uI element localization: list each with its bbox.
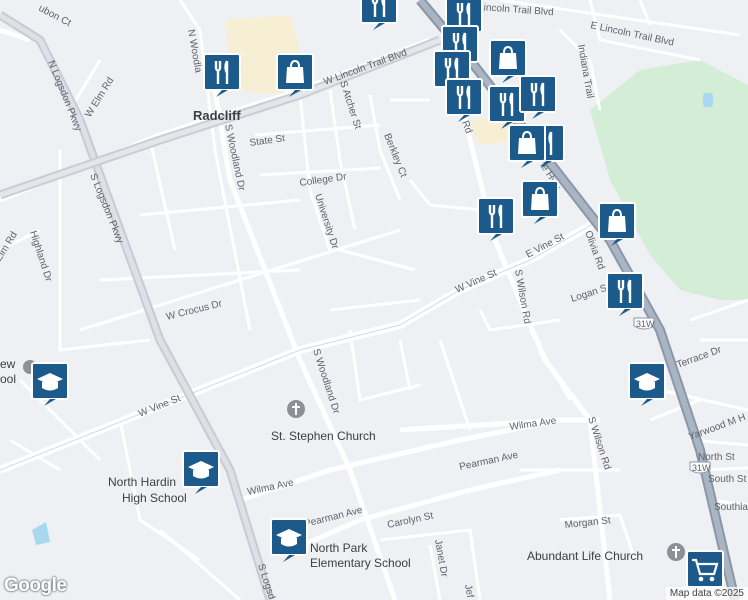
school-marker[interactable] [270,518,308,564]
shopping-marker[interactable] [598,202,636,248]
shopping-bag-icon [508,124,546,168]
place-label: North Hardin [108,475,176,489]
place-label: ew [0,357,16,371]
restaurant-icon [445,78,483,122]
shopping-bag-icon [598,202,636,246]
svg-text:31W: 31W [692,463,711,473]
highway-shield: 31W [633,317,655,330]
street-label: State St [249,133,286,149]
street-label: Carolyn St [386,510,434,531]
shopping-bag-icon [276,53,314,97]
pond [703,93,713,107]
restaurant-marker[interactable] [445,78,483,124]
logsdon-parkway [0,11,275,600]
graduation-cap-icon [270,518,308,562]
shopping-marker[interactable] [508,124,546,170]
school-marker[interactable] [628,362,666,408]
park-area [590,60,748,300]
street-label: S Woodland Dr [310,348,342,416]
graduation-cap-icon [31,362,69,406]
street-label: Lincoln Trail Blvd [478,2,554,18]
restaurant-icon [360,0,398,30]
google-logo: Google [4,575,67,596]
shopping-marker[interactable] [521,180,559,226]
street-label: W Vine St [454,268,499,296]
street-label: S Wilson Rd [585,416,612,472]
map-canvas[interactable]: ubon Ct N Logsdon Pkwy S Logsdon Pkwy S … [0,0,748,600]
graduation-cap-icon [182,450,220,494]
restaurant-marker[interactable] [606,272,644,318]
shopping-marker[interactable] [276,53,314,99]
street-label: W Lincoln Trail Blvd [322,47,408,87]
street-label: S Wilson Rd [512,269,532,325]
street-label: ubon Ct [37,3,73,29]
street-label: Wilma Ave [509,415,558,433]
shopping-bag-icon [489,39,527,83]
street-label: S Atcher St [337,80,363,131]
street-label: Logan St [570,282,612,305]
place-label: Abundant Life Church [527,549,643,563]
street-label: Elm Rd [0,230,20,264]
street-label: Pearman Ave [458,450,519,473]
pond-2 [32,522,50,545]
city-label: Radcliff [193,108,241,123]
school-marker[interactable] [182,450,220,496]
street-label: Jef [462,584,475,599]
restaurant-icon [606,272,644,316]
restaurant-marker[interactable] [477,197,515,243]
restaurant-marker[interactable] [360,0,398,32]
restaurant-marker[interactable] [203,53,241,99]
church-icon [287,400,305,418]
graduation-cap-icon [628,362,666,406]
restaurant-icon [477,197,515,241]
street-label: Terrace Dr [675,344,723,371]
place-label: ool [0,372,16,386]
shopping-marker[interactable] [489,39,527,85]
place-label: Elementary School [310,556,411,570]
church-icon [667,543,685,561]
street-label: South St [708,474,747,485]
street-label: Highland Dr [27,230,54,284]
place-label: St. Stephen Church [271,429,376,443]
place-label: North Park [310,541,368,555]
street-label: S Logsd [255,563,277,600]
street-label: Wilma Ave [246,477,295,498]
restaurant-icon [203,53,241,97]
street-label: W Vine St [137,393,182,420]
svg-text:31W: 31W [636,319,655,329]
school-marker[interactable] [31,362,69,408]
street-label: Berkley Ct [381,132,409,179]
street-label: Southla [714,502,748,513]
street-label: Pearman Ave [303,505,364,530]
highway-shield: 31W [689,461,711,474]
street-label: North St [698,452,735,463]
street-label: College Dr [299,171,348,189]
place-label: High School [122,491,187,505]
shopping-bag-icon [521,180,559,224]
map-attribution[interactable]: Map data ©2025 [665,587,748,600]
